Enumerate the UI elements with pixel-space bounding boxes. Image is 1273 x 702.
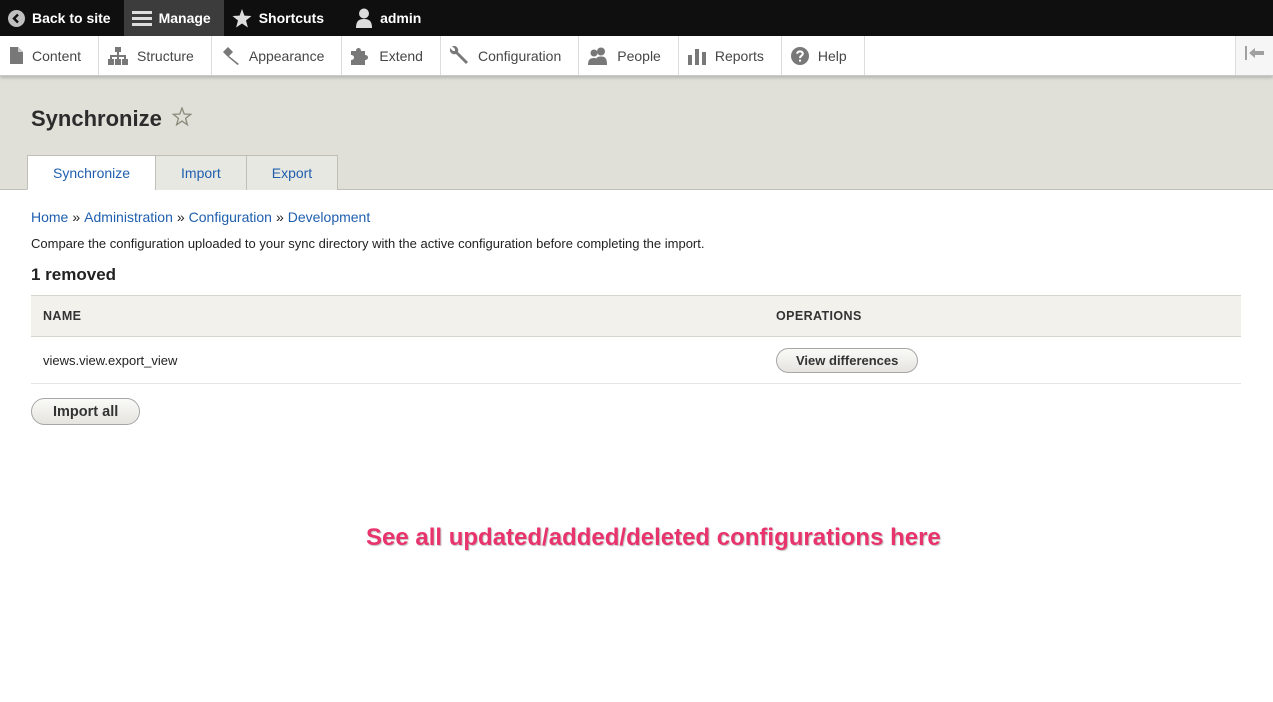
breadcrumb-separator: »	[176, 209, 185, 225]
wrench-icon	[449, 46, 469, 65]
shortcuts-tab[interactable]: Shortcuts	[224, 0, 337, 36]
table-row: views.view.export_view View differences	[31, 336, 1241, 384]
document-icon	[9, 47, 23, 64]
user-icon	[355, 8, 373, 28]
tab-import[interactable]: Import	[155, 155, 247, 190]
tray-item-label: Configuration	[477, 47, 562, 64]
shortcuts-label: Shortcuts	[258, 10, 325, 26]
tray-item-label: Help	[817, 47, 847, 64]
breadcrumb-configuration[interactable]: Configuration	[189, 209, 272, 225]
operations-cell: View differences	[764, 336, 1241, 384]
breadcrumb-development[interactable]: Development	[288, 209, 371, 225]
tray-item-label: Extend	[379, 47, 423, 64]
tray-item-appearance[interactable]: Appearance	[212, 36, 343, 75]
back-to-site-label: Back to site	[32, 10, 111, 26]
manage-tab[interactable]: Manage	[123, 0, 224, 36]
tray-item-label: Structure	[137, 47, 194, 64]
tray-item-label: Reports	[714, 47, 764, 64]
column-header-operations: Operations	[764, 295, 1241, 337]
annotation-text: See all updated/added/deleted configurat…	[366, 524, 941, 551]
admin-toolbar: Back to site Manage Shortcuts admin	[0, 0, 1273, 36]
breadcrumb: Home» Administration» Configuration» Develo…	[31, 209, 1242, 225]
main-content: Home» Administration» Configuration» Develo…	[0, 209, 1273, 425]
tray-item-reports[interactable]: Reports	[679, 36, 782, 75]
page-title-text: Synchronize	[31, 106, 162, 131]
page-title: Synchronize	[31, 106, 193, 132]
user-tab[interactable]: admin	[337, 0, 434, 36]
config-name-cell: views.view.export_view	[31, 336, 764, 384]
back-to-site-link[interactable]: Back to site	[0, 0, 124, 36]
breadcrumb-separator: »	[72, 209, 81, 225]
page-description: Compare the configuration uploaded to yo…	[31, 236, 705, 251]
tray-item-label: Appearance	[248, 47, 325, 64]
primary-tabs: Synchronize Import Export	[27, 155, 339, 190]
view-differences-button[interactable]: View differences	[776, 347, 919, 373]
collapse-left-icon	[1244, 46, 1265, 65]
tray-item-content[interactable]: Content	[0, 36, 100, 75]
column-header-name: Name	[31, 295, 764, 337]
bar-chart-icon	[687, 47, 706, 65]
sitemap-icon	[108, 46, 129, 65]
manage-label: Manage	[158, 10, 211, 26]
tray-item-people[interactable]: People	[579, 36, 679, 75]
tab-synchronize[interactable]: Synchronize	[27, 155, 157, 190]
admin-tray: Content Structure Appearance Extend Conf…	[0, 36, 1273, 76]
tray-item-label: Content	[32, 47, 82, 64]
people-icon	[588, 47, 608, 65]
puzzle-icon	[351, 47, 370, 65]
breadcrumb-separator: »	[275, 209, 284, 225]
tray-item-extend[interactable]: Extend	[342, 36, 441, 75]
tray-item-structure[interactable]: Structure	[99, 36, 212, 75]
back-arrow-icon	[8, 9, 25, 27]
breadcrumb-administration[interactable]: Administration	[84, 209, 173, 225]
tray-orientation-toggle[interactable]	[1235, 36, 1273, 75]
config-table: Name Operations views.view.export_view V…	[31, 295, 1241, 384]
import-all-button[interactable]: Import all	[31, 398, 141, 425]
user-label: admin	[380, 10, 422, 26]
removed-section-title: 1 removed	[31, 265, 117, 284]
page-header: Synchronize Synchronize Import Export	[0, 76, 1273, 190]
brush-icon	[221, 46, 240, 65]
tray-item-help[interactable]: Help	[782, 36, 865, 75]
tab-export[interactable]: Export	[245, 155, 339, 190]
help-icon	[790, 46, 809, 65]
table-header-row: Name Operations	[31, 295, 1241, 337]
tray-item-configuration[interactable]: Configuration	[441, 36, 580, 75]
shortcut-star-icon[interactable]	[171, 106, 193, 132]
breadcrumb-home[interactable]: Home	[31, 209, 68, 225]
menu-icon	[131, 10, 152, 27]
tray-item-label: People	[617, 47, 661, 64]
star-icon	[232, 8, 252, 28]
